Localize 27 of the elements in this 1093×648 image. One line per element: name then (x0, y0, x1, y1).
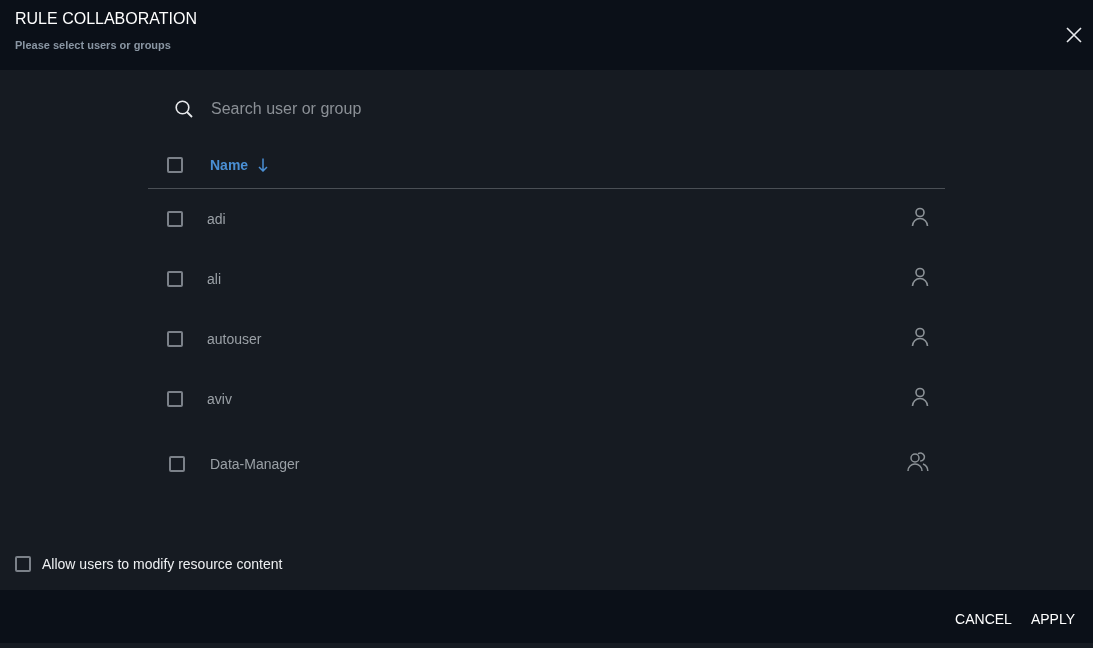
checkbox[interactable] (167, 156, 183, 173)
checkbox[interactable] (167, 331, 183, 347)
checkbox[interactable] (169, 456, 185, 472)
person-icon (911, 207, 929, 227)
search-field[interactable]: Search user or group (211, 96, 611, 122)
option-label: Allow users to modify resource content (42, 556, 283, 572)
row-name: Data-Manager (210, 456, 300, 472)
close-icon (1066, 27, 1082, 43)
close-button[interactable] (1065, 26, 1083, 44)
row-name: autouser (207, 331, 262, 347)
checkbox[interactable] (167, 211, 183, 227)
person-icon (911, 327, 929, 347)
person-icon (911, 387, 929, 407)
row-name: ali (207, 271, 221, 287)
checkbox[interactable] (167, 391, 183, 407)
search-icon (175, 100, 193, 118)
row-name: aviv (207, 391, 232, 407)
checkbox[interactable] (15, 556, 31, 572)
name-column-header[interactable]: Name (210, 156, 269, 173)
footer-button[interactable]: APPLY (1022, 604, 1083, 633)
dialog-subtitle: Please select users or groups (15, 38, 172, 52)
people-icon (907, 452, 929, 472)
row-name: adi (207, 211, 226, 227)
dialog-title: RULE COLLABORATION (15, 9, 197, 29)
footer-button[interactable]: CANCEL (947, 604, 1020, 633)
person-icon (911, 267, 929, 287)
checkbox[interactable] (167, 271, 183, 287)
